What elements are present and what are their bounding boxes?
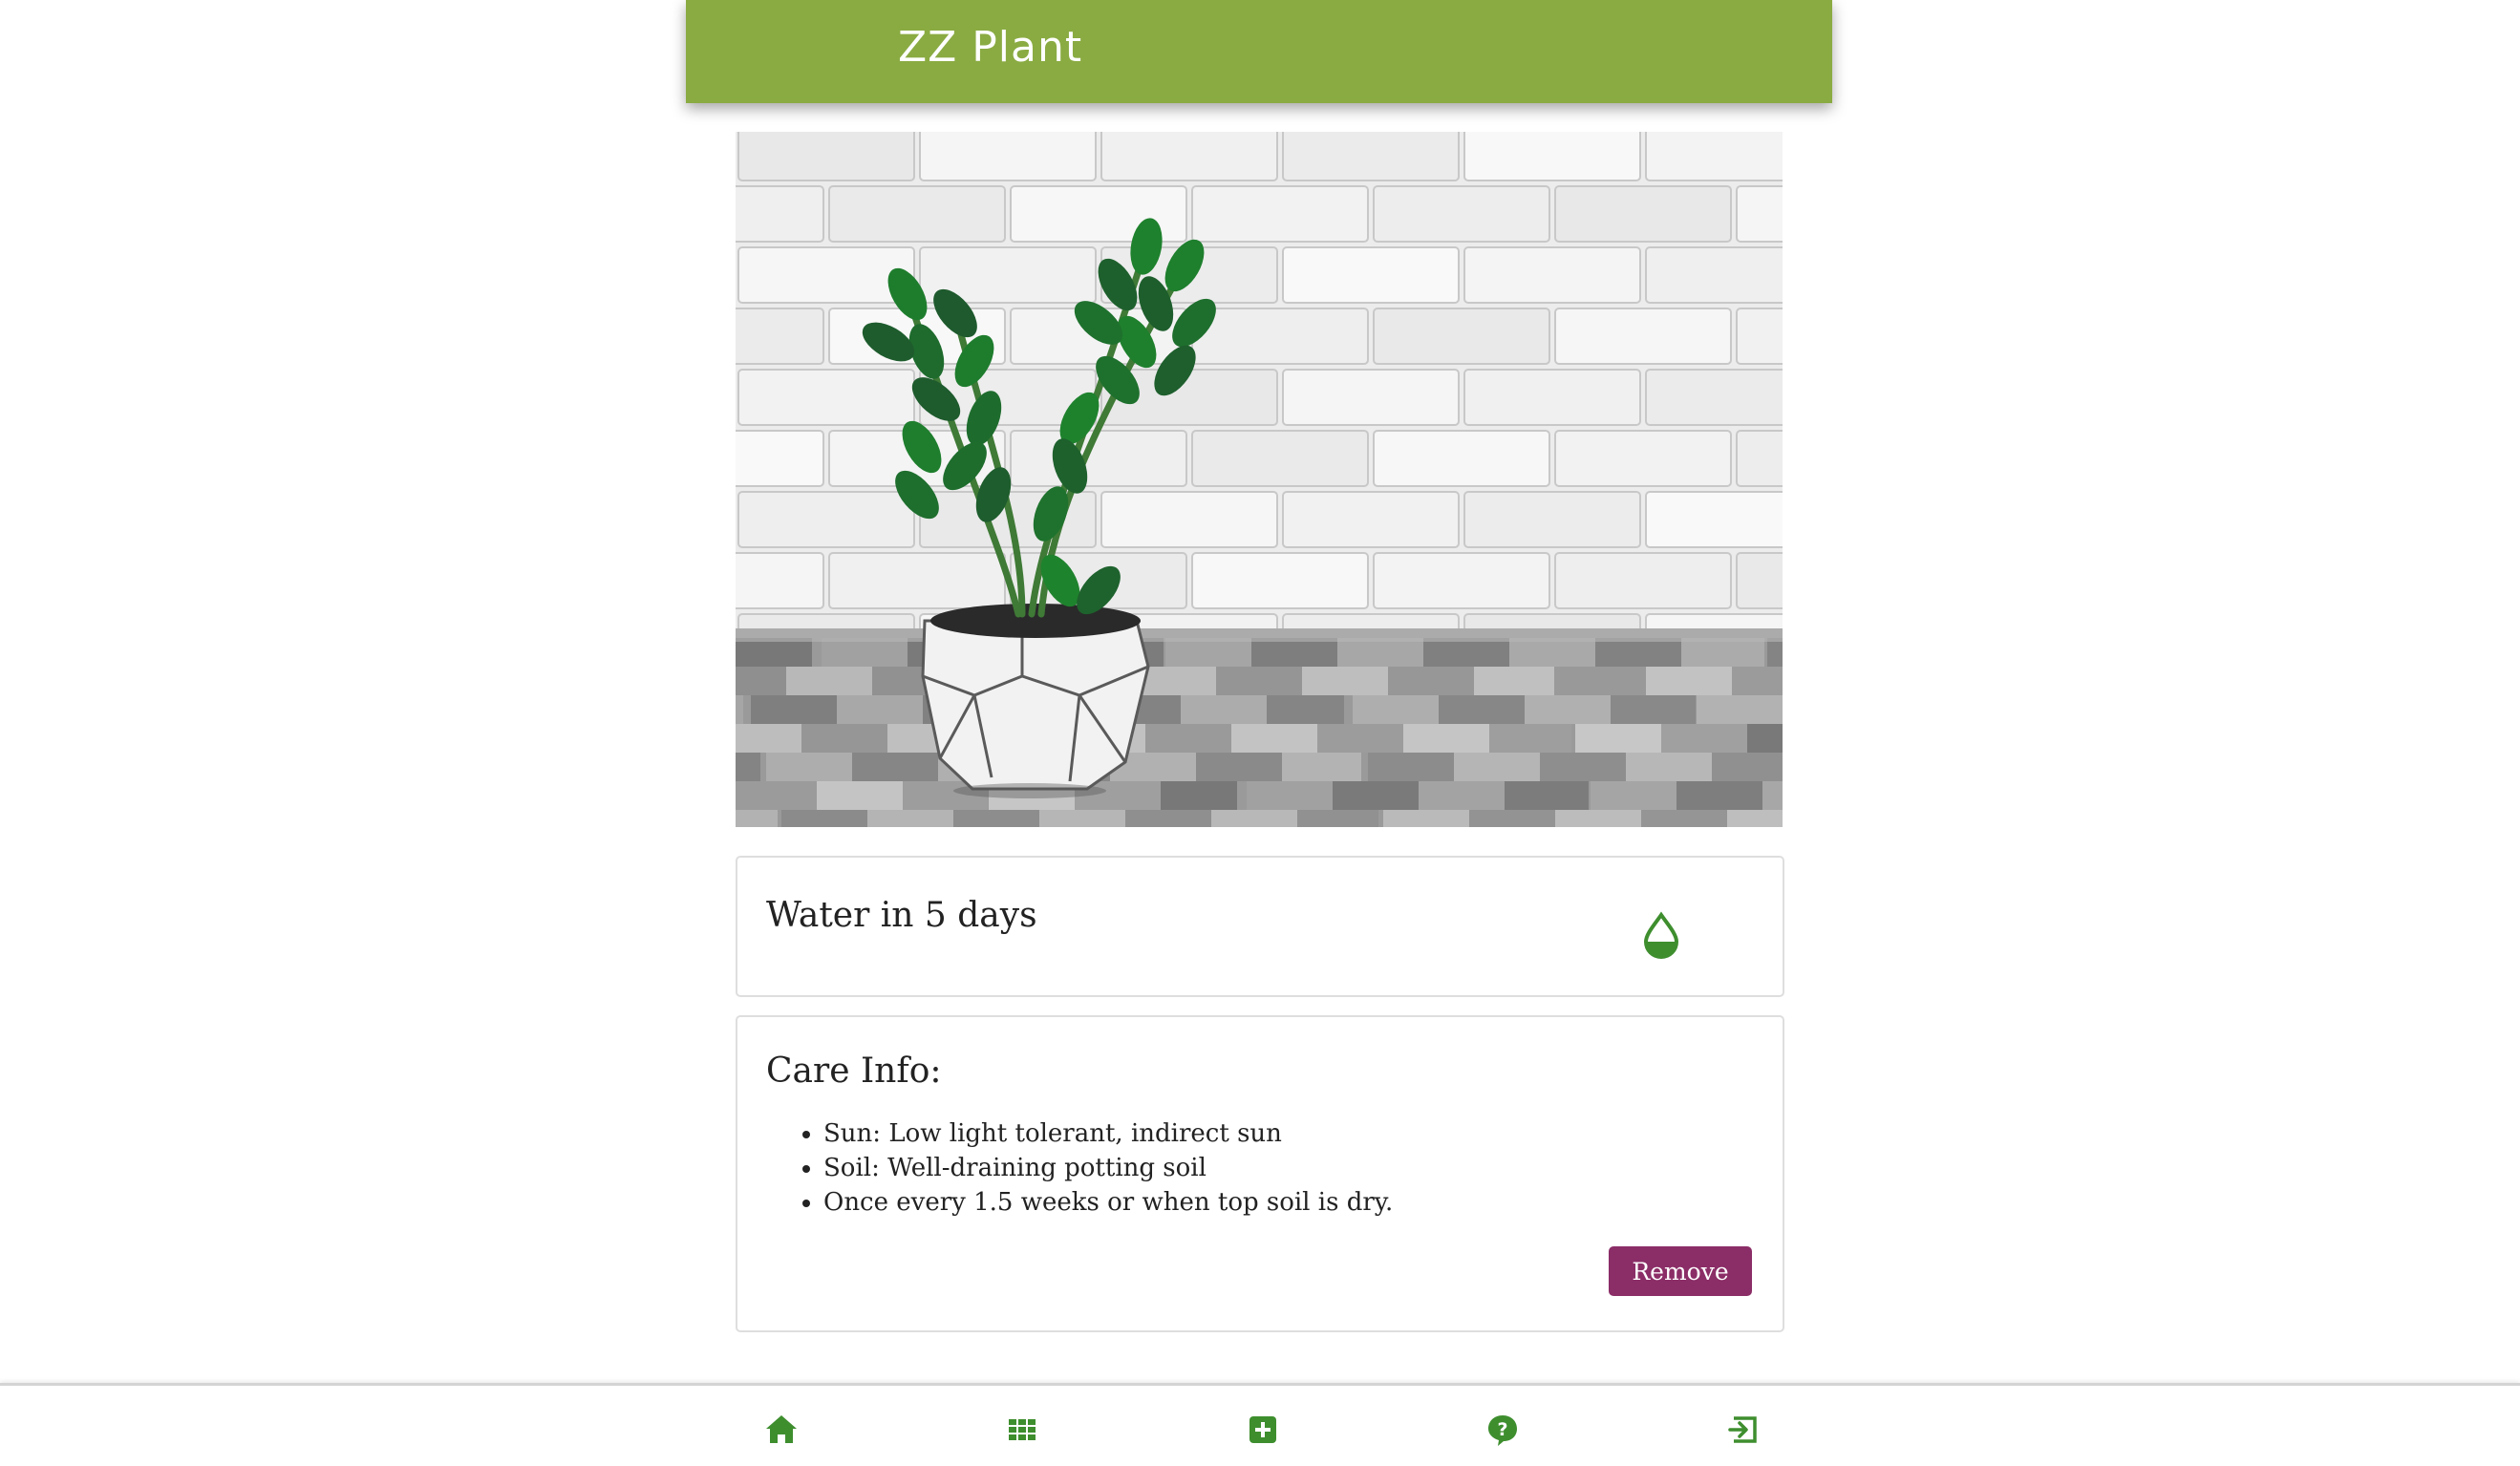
bottom-nav: ? bbox=[0, 1383, 2520, 1466]
help-icon: ? bbox=[1488, 1415, 1517, 1446]
nav-home[interactable] bbox=[762, 1411, 801, 1449]
list-item: Sun: Low light tolerant, indirect sun bbox=[823, 1116, 1393, 1151]
page-title: ZZ Plant bbox=[898, 23, 1083, 72]
sign-out-icon bbox=[1728, 1416, 1757, 1443]
water-drop-icon[interactable] bbox=[1634, 907, 1689, 963]
svg-text:?: ? bbox=[1497, 1419, 1507, 1440]
care-info-title: Care Info: bbox=[766, 1052, 942, 1091]
home-icon bbox=[766, 1415, 797, 1443]
add-square-icon bbox=[1249, 1416, 1276, 1443]
app-header: ZZ Plant bbox=[686, 0, 1832, 103]
list-item: Soil: Well-draining potting soil bbox=[823, 1151, 1393, 1185]
plant-photo bbox=[736, 132, 1783, 827]
nav-sign-out[interactable] bbox=[1724, 1411, 1762, 1449]
list-item: Once every 1.5 weeks or when top soil is… bbox=[823, 1185, 1393, 1220]
care-info-card: Care Info: Sun: Low light tolerant, indi… bbox=[736, 1015, 1784, 1332]
nav-help[interactable]: ? bbox=[1484, 1411, 1522, 1449]
nav-add[interactable] bbox=[1244, 1411, 1282, 1449]
water-card: Water in 5 days bbox=[736, 856, 1784, 997]
care-info-list: Sun: Low light tolerant, indirect sun So… bbox=[766, 1116, 1393, 1220]
remove-button[interactable]: Remove bbox=[1609, 1246, 1752, 1296]
water-schedule-text: Water in 5 days bbox=[766, 896, 1037, 935]
nav-grid[interactable] bbox=[1003, 1411, 1041, 1449]
grid-icon bbox=[1009, 1419, 1036, 1440]
